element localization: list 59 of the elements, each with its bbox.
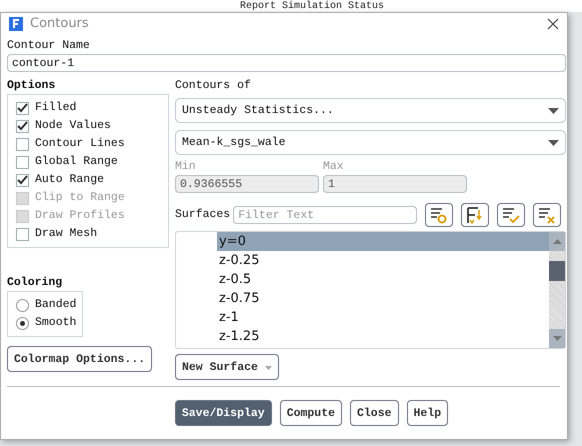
filter-field[interactable]: Filter Text (233, 206, 418, 224)
checkbox-label: Draw Profiles (35, 208, 125, 224)
close-icon[interactable] (547, 18, 559, 30)
list-item[interactable]: z-0.5 (217, 270, 549, 289)
field-label: Max (323, 159, 344, 175)
checkbox-label: Contour Lines (35, 136, 125, 152)
field-label: Min (175, 159, 196, 175)
deselect-all-button[interactable] (533, 203, 562, 227)
category-dropdown[interactable]: Unsteady Statistics... (175, 98, 566, 123)
save-display-button[interactable]: Save/Display (174, 400, 272, 426)
checkbox-label: Auto Range (35, 172, 104, 188)
section-heading: Coloring (7, 275, 62, 291)
contour-name-field[interactable]: contour-1 (7, 54, 566, 72)
scrollbar-thumb[interactable] (549, 261, 565, 281)
dropdown-caret-icon (264, 366, 272, 370)
list-item[interactable]: z-0.75 (217, 289, 549, 308)
checkbox-label: Global Range (35, 154, 118, 170)
sort-button[interactable] (461, 203, 490, 227)
new-surface-button[interactable]: New Surface (175, 354, 279, 380)
field-label: Contours of (175, 78, 251, 94)
checkbox[interactable] (16, 120, 29, 132)
list-item[interactable]: z-0.25 (217, 251, 549, 270)
select-all-button[interactable] (497, 203, 526, 227)
checkbox-label: Clip to Range (35, 190, 125, 206)
colormap-options-button[interactable]: Colormap Options... (7, 346, 152, 372)
list-item[interactable]: y=0 (217, 232, 549, 251)
field-label: Contour Name (7, 38, 90, 54)
window-title: Contours (30, 16, 90, 31)
app-logo-icon (9, 16, 23, 30)
scrollbar[interactable] (549, 232, 565, 348)
list-item[interactable]: z-1 (217, 308, 549, 327)
background-window-text: Report Simulation Status (240, 1, 384, 12)
radio-label: Smooth (35, 315, 76, 331)
list-item[interactable]: z-1.25 (217, 327, 549, 346)
checkbox-label: Filled (35, 100, 76, 116)
radio-label: Banded (35, 297, 76, 313)
dropdown-caret-icon (548, 140, 559, 146)
radio-button[interactable] (16, 316, 29, 330)
checkbox-label: Node Values (35, 118, 111, 134)
checkbox[interactable] (16, 138, 29, 150)
dropdown-caret-icon (548, 108, 559, 114)
dropdown-value: Mean-k_sgs_wale (182, 134, 286, 150)
field-label: Surfaces (175, 207, 230, 223)
section-heading: Options (7, 78, 56, 94)
lines-circle-icon (429, 206, 450, 224)
variable-dropdown[interactable]: Mean-k_sgs_wale (175, 130, 566, 155)
select-highlighted-button[interactable] (425, 203, 454, 227)
checkbox[interactable] (16, 102, 29, 114)
lines-x-icon (537, 206, 558, 224)
checkbox[interactable] (16, 228, 29, 240)
checkbox[interactable] (16, 156, 29, 168)
radio-button[interactable] (16, 298, 29, 312)
checkbox-label: Draw Mesh (35, 226, 98, 242)
dialog-button[interactable]: Close (350, 400, 399, 426)
dialog-button[interactable]: Help (406, 400, 448, 426)
lines-check-icon (501, 206, 522, 224)
dialog-button[interactable]: Compute (280, 400, 342, 426)
dropdown-value: Unsteady Statistics... (182, 102, 334, 118)
checkbox[interactable] (16, 174, 29, 186)
